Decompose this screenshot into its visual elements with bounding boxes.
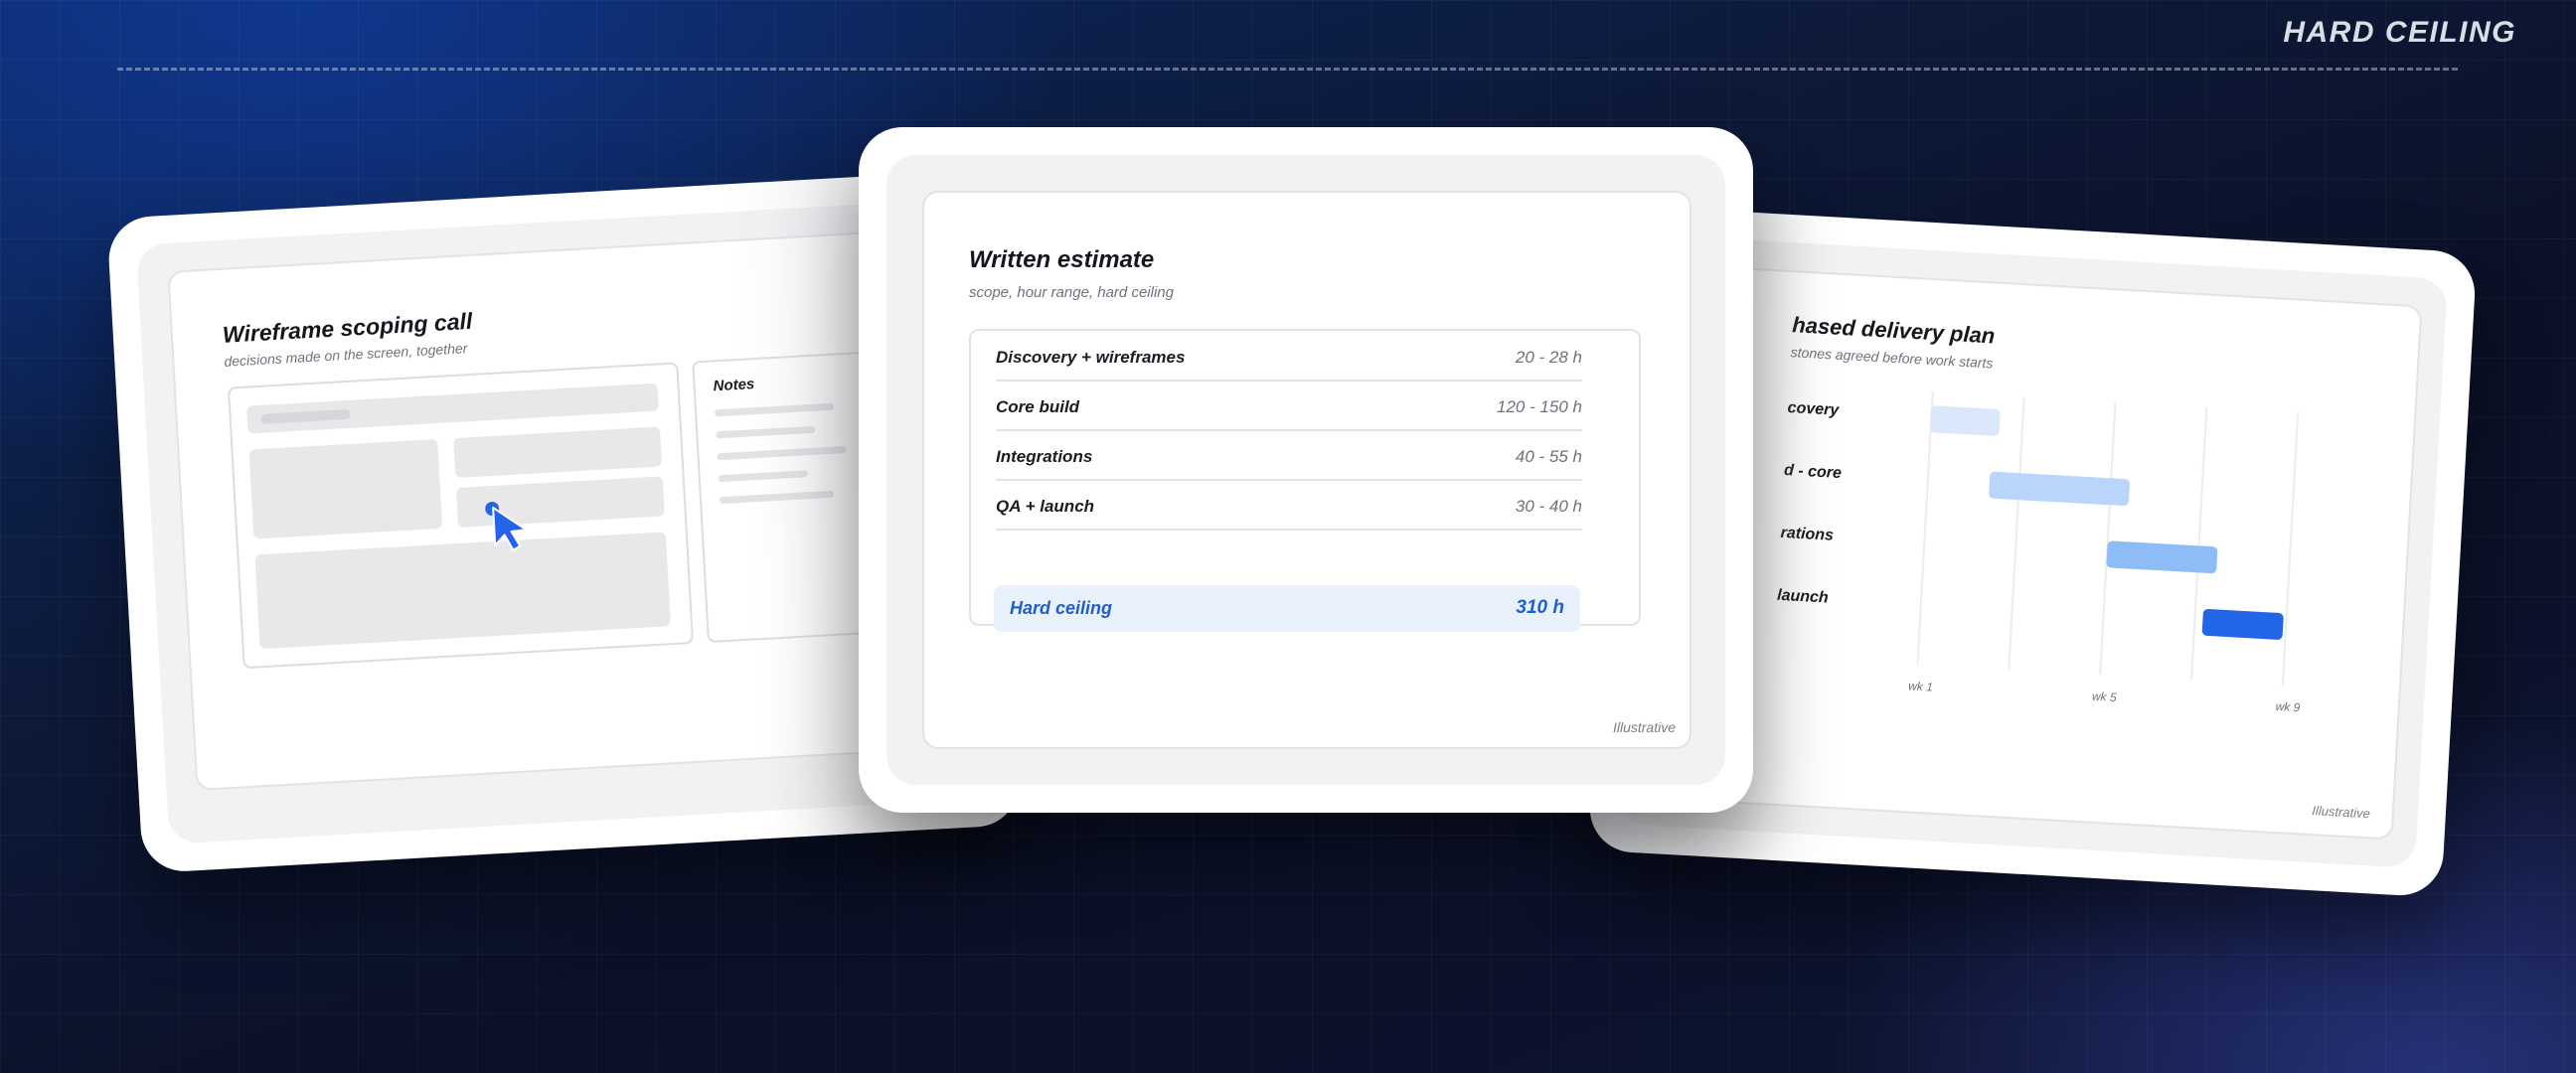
card-subtitle: stones agreed before work starts	[1790, 344, 1994, 372]
note-line	[716, 425, 816, 439]
note-line	[719, 490, 835, 505]
note-line	[714, 402, 835, 417]
mock-block	[254, 532, 672, 650]
estimate-row: QA + launch 30 - 40 h	[996, 480, 1582, 531]
row-label: QA + launch	[996, 497, 1095, 516]
row-hours: 20 - 28 h	[1515, 348, 1582, 367]
wireframe-mock	[227, 362, 695, 670]
gantt-gridline	[2281, 411, 2300, 686]
note-line	[717, 446, 847, 461]
gantt-bar	[1988, 471, 2131, 507]
page-tag: HARD CEILING	[2283, 16, 2516, 49]
gantt-bar	[1929, 405, 2001, 436]
gantt-tick-label: wk 5	[2091, 689, 2118, 704]
estimate-table: Discovery + wireframes 20 - 28 h Core bu…	[969, 329, 1641, 626]
illustrative-note: Illustrative	[1612, 719, 1676, 735]
note-line	[718, 470, 808, 483]
row-hours: 40 - 55 h	[1515, 447, 1582, 466]
hard-ceiling-row: Hard ceiling 310 h	[994, 585, 1580, 632]
gantt-tick-label: wk 9	[2275, 698, 2301, 715]
dashed-divider	[117, 68, 2458, 71]
row-hours: 120 - 150 h	[1496, 397, 1582, 416]
estimate-row: Discovery + wireframes 20 - 28 h	[996, 331, 1582, 382]
notes-label: Notes	[713, 376, 755, 395]
row-label: Core build	[996, 397, 1080, 416]
ceiling-label: Hard ceiling	[1010, 598, 1113, 618]
card-subtitle: scope, hour range, hard ceiling	[969, 284, 1174, 301]
mock-block	[453, 426, 663, 479]
gantt-gridline	[2008, 396, 2025, 670]
row-label: Discovery + wireframes	[996, 348, 1186, 367]
gantt-bar	[2201, 608, 2284, 641]
gantt-row-label: covery	[1787, 399, 1840, 419]
gantt-gridline	[2190, 406, 2208, 681]
ceiling-value: 310 h	[1516, 597, 1564, 618]
gantt-gridline	[1916, 391, 1934, 665]
gantt-bar	[2106, 540, 2218, 574]
gantt-tick-label: wk 1	[1907, 679, 1934, 694]
delivery-plan-panel: hased delivery plan stones agreed before…	[1646, 263, 2423, 841]
cursor-icon	[485, 502, 528, 551]
row-label: Integrations	[996, 447, 1093, 466]
illustrative-note: Illustrative	[2311, 803, 2371, 822]
gantt-chart	[1916, 391, 2300, 686]
card-title: hased delivery plan	[1791, 312, 1996, 349]
card-title: Written estimate	[969, 246, 1155, 273]
gantt-gridline	[2099, 401, 2117, 676]
gantt-row-label: d - core	[1783, 461, 1843, 483]
mock-header	[246, 383, 659, 434]
row-hours: 30 - 40 h	[1515, 497, 1582, 516]
estimate-row: Core build 120 - 150 h	[996, 381, 1582, 431]
gantt-row-label: rations	[1780, 524, 1835, 544]
estimate-panel: Written estimate scope, hour range, hard…	[922, 191, 1691, 749]
mock-block	[248, 438, 443, 539]
estimate-card: Written estimate scope, hour range, hard…	[859, 127, 1753, 813]
estimate-row: Integrations 40 - 55 h	[996, 430, 1582, 481]
gantt-row-label: launch	[1776, 586, 1830, 607]
